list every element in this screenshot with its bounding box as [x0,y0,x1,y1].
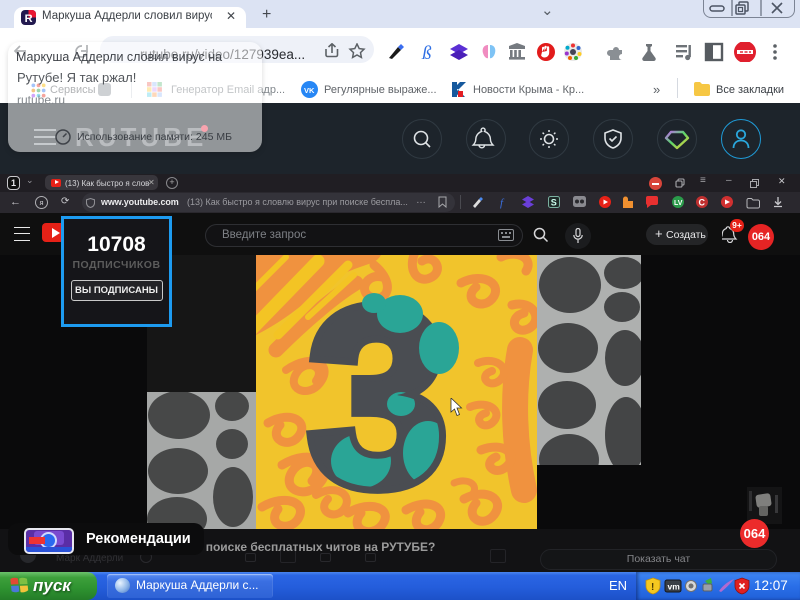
svg-text:S: S [551,198,557,208]
svg-text:f: f [500,197,505,209]
svg-text:VK: VK [304,86,315,95]
svg-text:vm: vm [668,582,681,592]
svg-text:ß: ß [421,43,432,62]
svg-text:!: ! [651,582,654,593]
svg-text:R: R [25,13,33,25]
svg-text:C: C [699,198,706,208]
svg-text:LV: LV [674,200,683,207]
